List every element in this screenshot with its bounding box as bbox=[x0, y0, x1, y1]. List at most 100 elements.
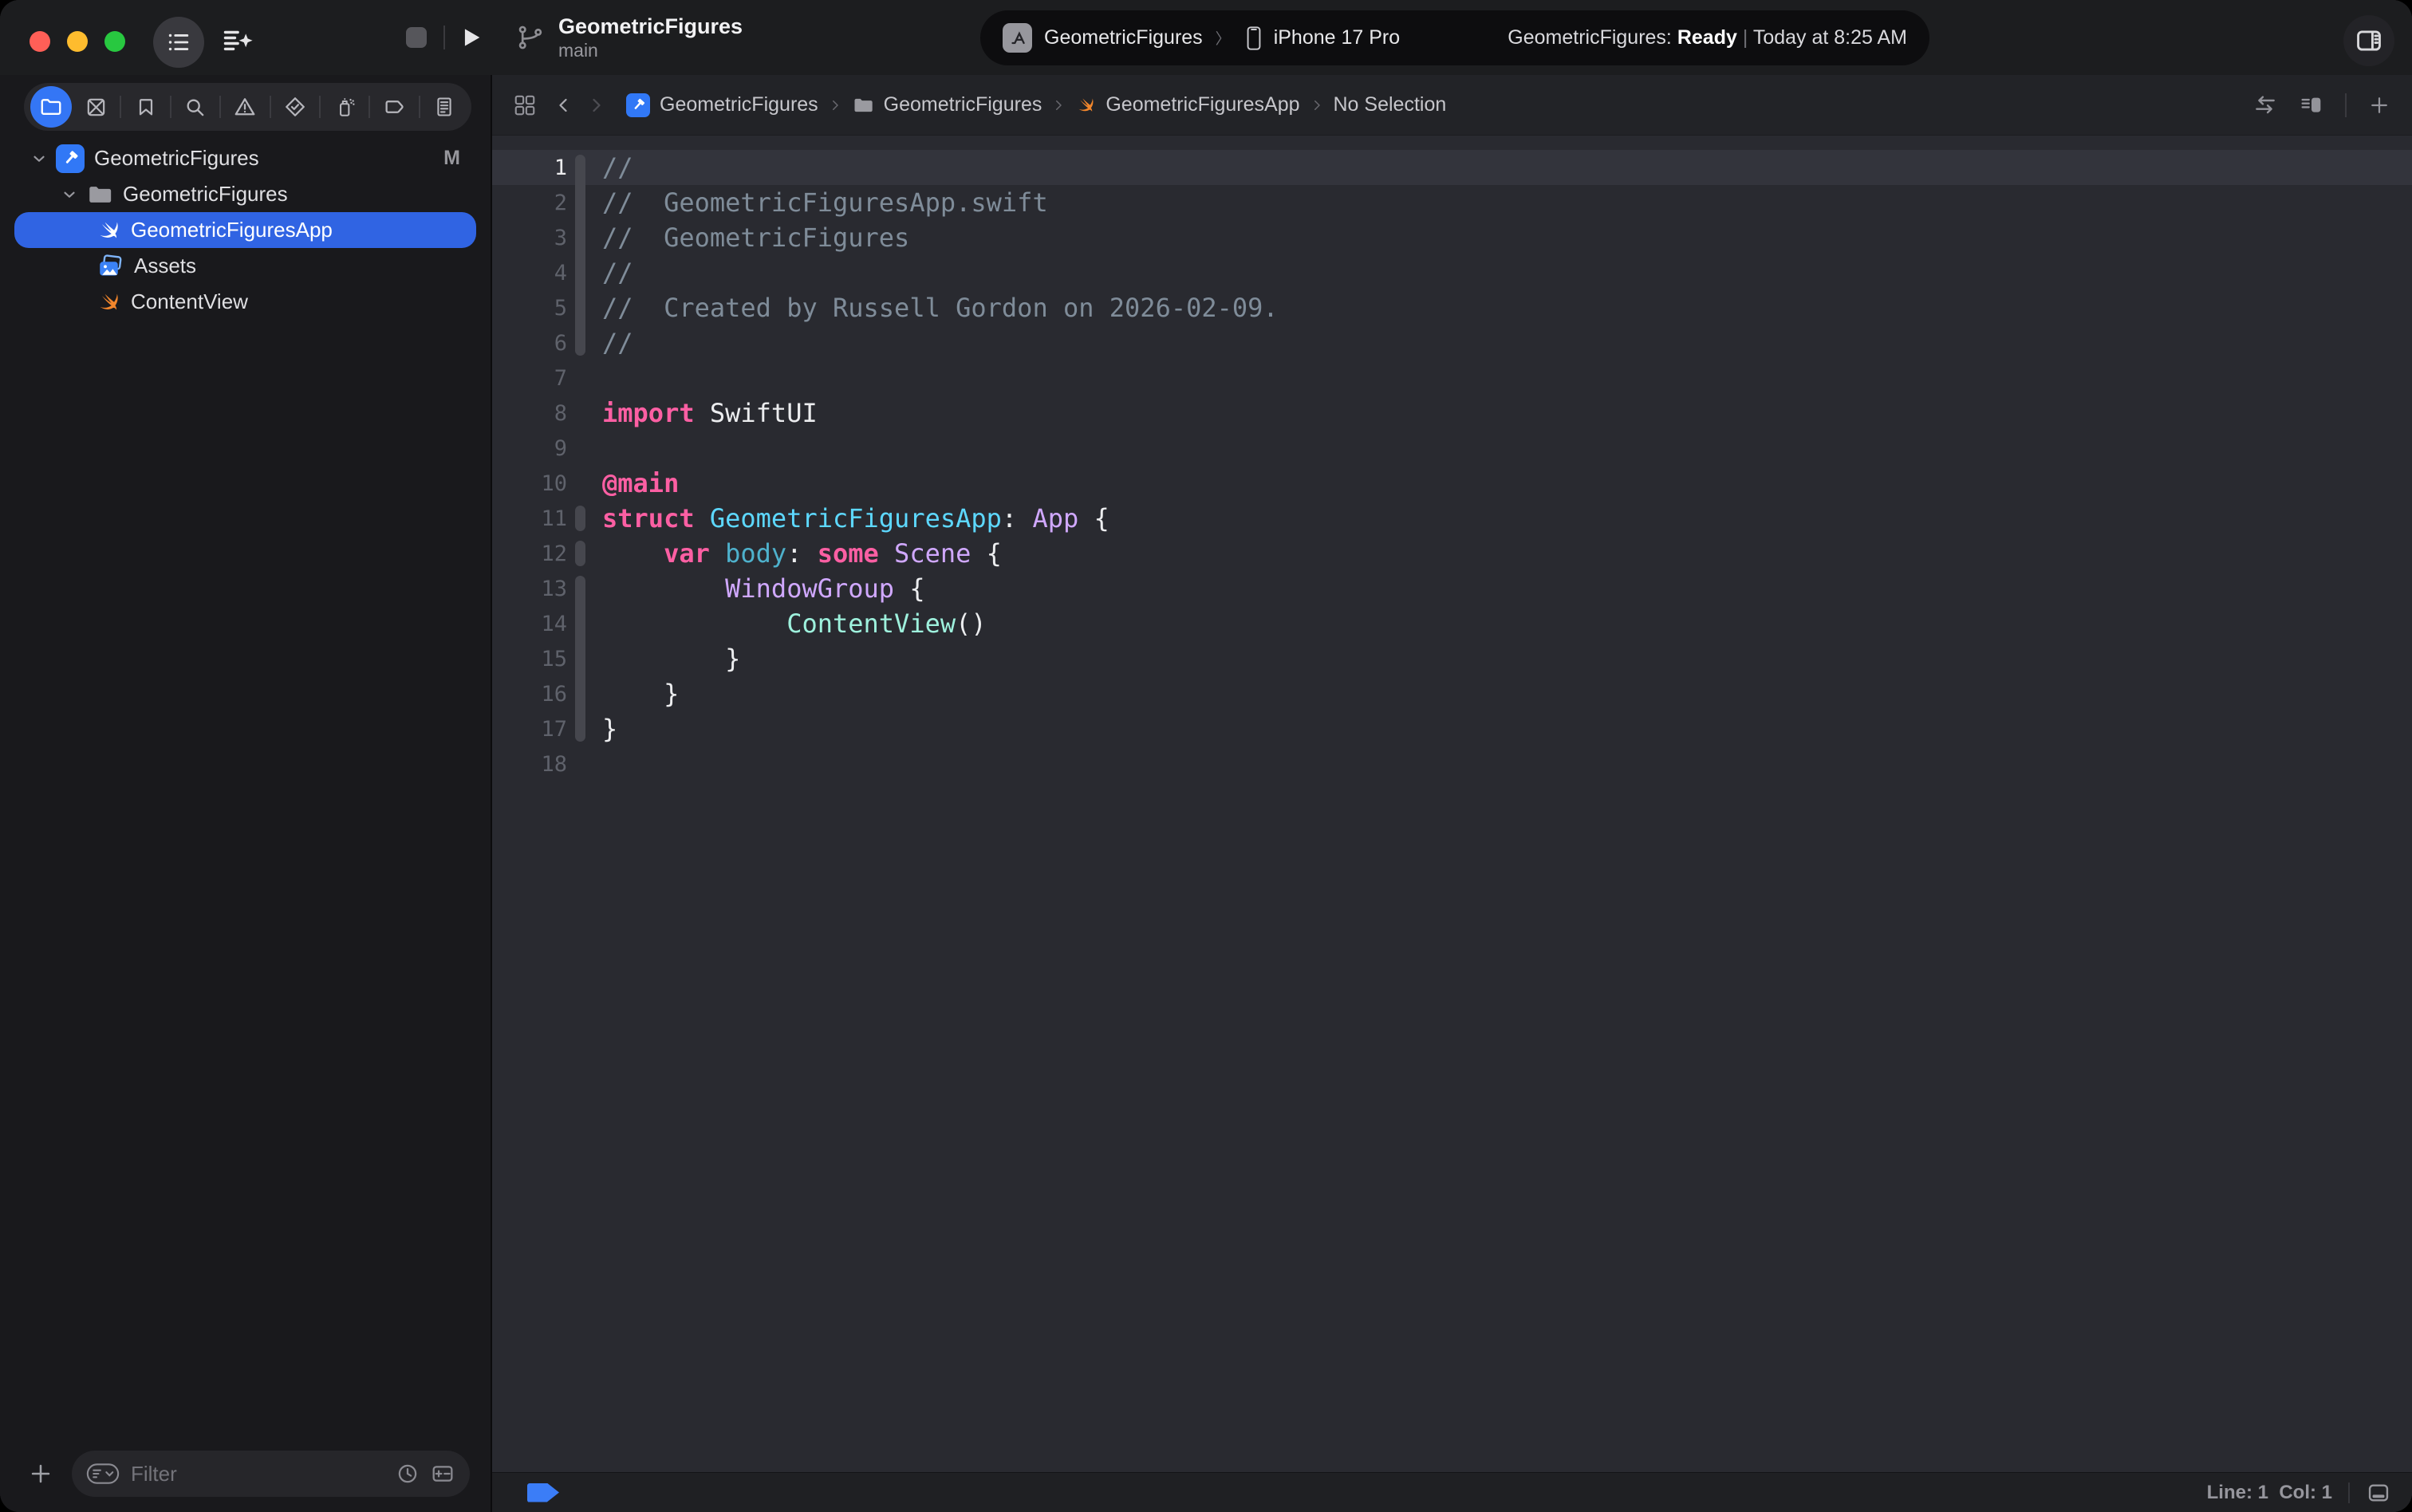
line-number[interactable]: 14 bbox=[492, 612, 567, 636]
swift-icon bbox=[96, 289, 121, 315]
line-number[interactable]: 11 bbox=[492, 506, 567, 531]
filter-icon bbox=[86, 1463, 120, 1485]
line-number[interactable]: 1 bbox=[492, 156, 567, 180]
code-line[interactable]: 9 bbox=[492, 431, 2412, 466]
code-fold-ribbon[interactable] bbox=[575, 541, 585, 566]
navtab-divider bbox=[270, 96, 271, 118]
line-number[interactable]: 18 bbox=[492, 752, 567, 777]
diamond-check-icon bbox=[283, 95, 307, 119]
navtab-divider bbox=[319, 96, 321, 118]
tree-row-group[interactable]: GeometricFigures bbox=[0, 176, 491, 212]
chevron-down-icon[interactable] bbox=[59, 186, 80, 203]
line-number[interactable]: 3 bbox=[492, 226, 567, 250]
jump-bar: GeometricFigures GeometricFigures bbox=[492, 75, 2412, 136]
navtab-source-control[interactable] bbox=[75, 86, 116, 128]
zoom-button[interactable] bbox=[104, 31, 125, 52]
line-number[interactable]: 7 bbox=[492, 366, 567, 391]
navtab-reports[interactable] bbox=[424, 86, 465, 128]
activity-status-pill[interactable]: GeometricFigures 〉 iPhone 17 Pro Geometr… bbox=[980, 10, 1929, 65]
plus-minus-box-icon[interactable] bbox=[430, 1461, 455, 1486]
code-line[interactable]: 1// bbox=[492, 150, 2412, 185]
navtab-divider bbox=[170, 96, 171, 118]
code-fold-ribbon[interactable] bbox=[575, 576, 585, 742]
tree-row-assets[interactable]: Assets bbox=[0, 248, 491, 284]
filter-field[interactable]: Filter bbox=[72, 1451, 470, 1497]
code-line[interactable]: 11struct GeometricFiguresApp: App { bbox=[492, 501, 2412, 536]
line-number[interactable]: 15 bbox=[492, 647, 567, 671]
navtab-bookmarks[interactable] bbox=[125, 86, 167, 128]
close-button[interactable] bbox=[30, 31, 50, 52]
chevron-down-icon[interactable] bbox=[29, 150, 49, 167]
code-line[interactable]: 3// GeometricFigures bbox=[492, 220, 2412, 255]
add-editor-button[interactable] bbox=[2367, 93, 2391, 117]
stop-button[interactable] bbox=[397, 22, 436, 53]
toggle-inspector-button[interactable] bbox=[2343, 15, 2394, 66]
code-line[interactable]: 2// GeometricFiguresApp.swift bbox=[492, 185, 2412, 220]
line-number[interactable]: 13 bbox=[492, 577, 567, 601]
run-destination[interactable]: iPhone 17 Pro bbox=[1243, 26, 1400, 51]
navtab-debug[interactable] bbox=[324, 86, 365, 128]
line-number[interactable]: 8 bbox=[492, 401, 567, 426]
toggle-navigator-button[interactable] bbox=[153, 17, 204, 68]
code-line[interactable]: 17} bbox=[492, 711, 2412, 746]
swap-editors-button[interactable] bbox=[2252, 93, 2278, 118]
add-button[interactable] bbox=[27, 1460, 54, 1487]
line-number[interactable]: 10 bbox=[492, 471, 567, 496]
code-line[interactable]: 10@main bbox=[492, 466, 2412, 501]
code-line[interactable]: 13 WindowGroup { bbox=[492, 571, 2412, 606]
coding-assistant-button[interactable] bbox=[217, 21, 260, 64]
code-line[interactable]: 4// bbox=[492, 255, 2412, 290]
line-number[interactable]: 5 bbox=[492, 296, 567, 321]
recent-clock-icon[interactable] bbox=[395, 1461, 420, 1486]
line-number[interactable]: 16 bbox=[492, 682, 567, 707]
code-line[interactable]: 12 var body: some Scene { bbox=[492, 536, 2412, 571]
code-line[interactable]: 14 ContentView() bbox=[492, 606, 2412, 641]
back-button[interactable] bbox=[554, 96, 573, 115]
breakpoints-toggle[interactable] bbox=[527, 1483, 559, 1502]
breakpoint-tag-icon bbox=[382, 95, 406, 119]
code-line[interactable]: 5// Created by Russell Gordon on 2026-02… bbox=[492, 290, 2412, 325]
breadcrumb-file[interactable]: GeometricFiguresApp bbox=[1075, 93, 1299, 116]
editor-options-button[interactable] bbox=[2299, 93, 2324, 118]
code-fold-ribbon[interactable] bbox=[575, 506, 585, 531]
square-x-icon bbox=[85, 96, 108, 119]
scheme-area[interactable]: GeometricFigures main bbox=[517, 0, 743, 75]
asset-catalog-icon bbox=[96, 252, 124, 281]
git-branch-icon bbox=[517, 23, 546, 52]
navtab-find[interactable] bbox=[175, 86, 216, 128]
line-number[interactable]: 12 bbox=[492, 541, 567, 566]
forward-button[interactable] bbox=[586, 96, 605, 115]
code-line[interactable]: 15 } bbox=[492, 641, 2412, 676]
minimize-button[interactable] bbox=[67, 31, 88, 52]
line-number[interactable]: 2 bbox=[492, 191, 567, 215]
run-button[interactable] bbox=[451, 22, 490, 53]
navtab-tests[interactable] bbox=[274, 86, 316, 128]
line-number[interactable]: 9 bbox=[492, 436, 567, 461]
tree-row-project[interactable]: GeometricFigures M bbox=[0, 140, 491, 176]
breadcrumb-selection[interactable]: No Selection bbox=[1334, 93, 1447, 116]
tree-row-selected-file[interactable]: GeometricFiguresApp bbox=[14, 212, 476, 248]
code-editor[interactable]: 1//2// GeometricFiguresApp.swift3// Geom… bbox=[492, 136, 2412, 1472]
line-number[interactable]: 17 bbox=[492, 717, 567, 742]
pill-chevron: 〉 bbox=[1216, 27, 1231, 49]
navtab-issues[interactable] bbox=[224, 86, 266, 128]
code-fold-ribbon[interactable] bbox=[575, 155, 585, 356]
breadcrumb-project[interactable]: GeometricFigures bbox=[626, 93, 818, 117]
code-line[interactable]: 6 // bbox=[492, 325, 2412, 360]
breadcrumb-group[interactable]: GeometricFigures bbox=[852, 93, 1042, 116]
tree-row-contentview[interactable]: ContentView bbox=[0, 284, 491, 320]
toggle-bottom-bar-button[interactable] bbox=[2366, 1480, 2391, 1506]
sparkle-list-icon bbox=[221, 25, 256, 60]
related-items-button[interactable] bbox=[513, 93, 537, 117]
code-line[interactable]: 18 bbox=[492, 746, 2412, 782]
code-line[interactable]: 16 } bbox=[492, 676, 2412, 711]
code-line[interactable]: 7 bbox=[492, 360, 2412, 396]
navtab-project-navigator[interactable] bbox=[30, 86, 72, 128]
code-text: // bbox=[602, 328, 633, 358]
code-line[interactable]: 8import SwiftUI bbox=[492, 396, 2412, 431]
project-tree: GeometricFigures M GeometricFigures bbox=[0, 136, 491, 1443]
line-number[interactable]: 4 bbox=[492, 261, 567, 285]
code-text: } bbox=[602, 644, 740, 674]
navtab-breakpoints[interactable] bbox=[373, 86, 415, 128]
line-number[interactable]: 6 bbox=[492, 331, 567, 356]
